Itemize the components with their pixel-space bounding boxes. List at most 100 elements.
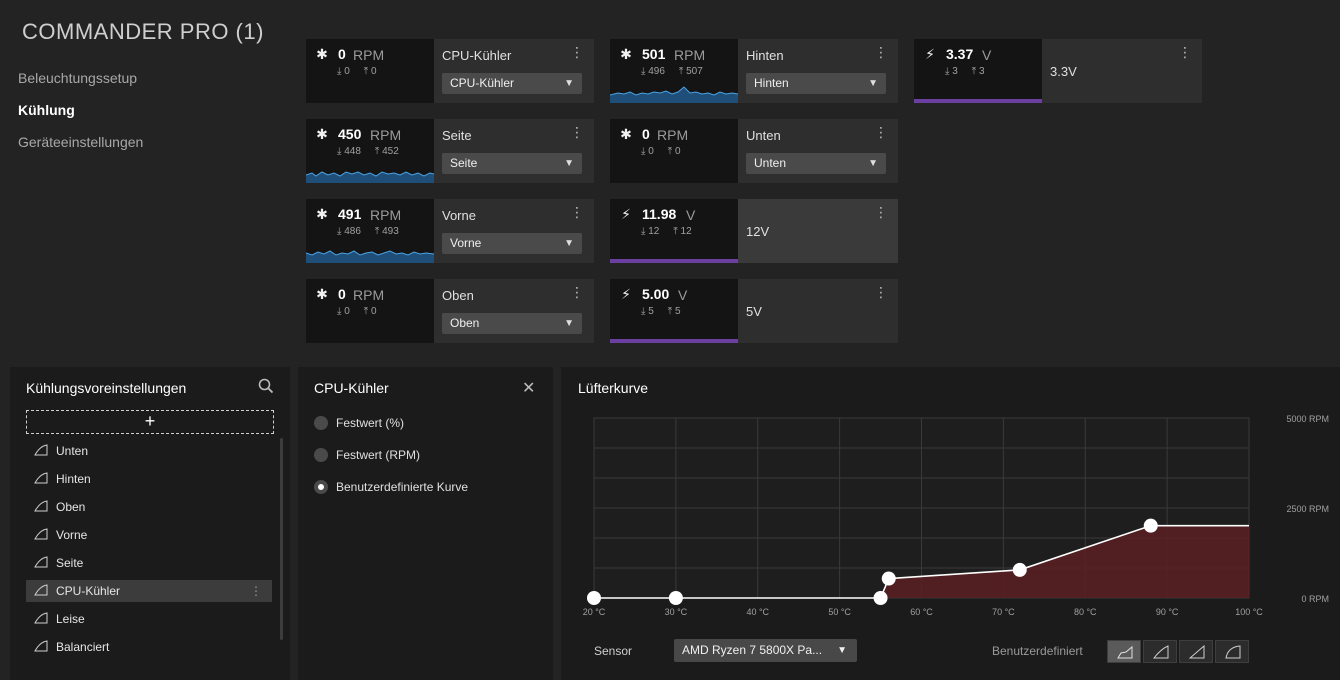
kebab-menu-icon[interactable]: ⋮ <box>874 125 888 139</box>
kebab-menu-icon[interactable]: ⋮ <box>250 580 262 602</box>
mode-panel-title: CPU-Kühler <box>314 380 389 396</box>
fan-tile-bottom[interactable]: ✱ 0 RPM ⤓ 0 ⤒ 0 Unten ⋮ Unten ▼ <box>610 119 898 183</box>
fan-curve-chart[interactable]: 20 °C 30 °C 40 °C 50 °C 60 °C 70 °C 80 °C 90 °C… <box>561 367 1340 627</box>
fan-tile-rear[interactable]: ✱ 501 RPM ⤓ 496 ⤒ 507 Hinten ⋮ Hinten ▼ <box>610 39 898 103</box>
voltage-tile-12v[interactable]: ⚡ 11.98 V ⤓ 12 ⤒ 12 12V ⋮ <box>610 199 898 263</box>
chevron-down-icon: ▼ <box>868 158 878 169</box>
rpm-sparkline <box>306 171 434 183</box>
curve-preset-icon <box>34 556 48 568</box>
curve-quiet-icon <box>1153 645 1169 659</box>
voltage-min-max: ⤓ 12 ⤒ 12 <box>641 226 706 237</box>
kebab-menu-icon[interactable]: ⋮ <box>570 125 584 139</box>
kebab-menu-icon[interactable]: ⋮ <box>874 285 888 299</box>
min-icon: ⤓ 0 <box>337 306 350 317</box>
fan-rpm-unit: RPM <box>370 127 402 143</box>
voltage-readout: ⚡ 11.98 V ⤓ 12 ⤒ 12 <box>610 199 738 263</box>
nav-item-lighting[interactable]: Beleuchtungssetup <box>18 70 137 86</box>
fan-name: Hinten <box>746 48 784 63</box>
curve-point-handle[interactable] <box>587 591 601 605</box>
max-icon: ⤒ 0 <box>667 146 681 157</box>
lightning-icon: ⚡ <box>925 46 935 62</box>
kebab-menu-icon[interactable]: ⋮ <box>874 45 888 59</box>
fan-gear-icon: ✱ <box>316 46 328 62</box>
kebab-menu-icon[interactable]: ⋮ <box>1178 45 1192 59</box>
curve-mode-custom-button[interactable] <box>1107 640 1141 663</box>
fan-readout: ✱ 0 RPM ⤓ 0 ⤒ 0 <box>306 39 434 103</box>
radio-fixed-percent[interactable]: Festwert (%) <box>314 416 404 430</box>
curve-mode-quiet-button[interactable] <box>1143 640 1177 663</box>
curve-point-handle[interactable] <box>1012 562 1027 577</box>
x-tick-label: 100 °C <box>1235 607 1263 617</box>
nav-item-cooling[interactable]: Kühlung <box>18 102 75 118</box>
fan-tile-front[interactable]: ✱ 491 RPM ⤓ 486 ⤒ 493 Vorne ⋮ Vorne ▼ <box>306 199 594 263</box>
curve-mode-linear-button[interactable] <box>1179 640 1213 663</box>
search-icon[interactable] <box>258 378 274 394</box>
max-icon: ⤒ 3 <box>971 66 985 77</box>
kebab-menu-icon[interactable]: ⋮ <box>874 205 888 219</box>
voltage-name: 5V <box>746 304 762 319</box>
fan-min-max: ⤓ 486 ⤒ 493 <box>337 226 413 237</box>
max-icon: ⤒ 5 <box>667 306 681 317</box>
preset-item[interactable]: Balanciert <box>26 636 272 658</box>
min-icon: ⤓ 5 <box>641 306 654 317</box>
fan-tile-side[interactable]: ✱ 450 RPM ⤓ 448 ⤒ 452 Seite ⋮ Seite ▼ <box>306 119 594 183</box>
curve-mode-performance-button[interactable] <box>1215 640 1249 663</box>
voltage-unit: V <box>686 207 696 223</box>
fan-gear-icon: ✱ <box>620 126 632 142</box>
y-tick-label: 0 RPM <box>1301 594 1329 604</box>
fan-gear-icon: ✱ <box>316 286 328 302</box>
y-tick-label: 2500 RPM <box>1286 504 1329 514</box>
fan-preset-select[interactable]: Hinten ▼ <box>746 73 886 94</box>
curve-custom-icon <box>1117 645 1133 659</box>
fan-gear-icon: ✱ <box>316 206 328 222</box>
radio-custom-curve[interactable]: Benutzerdefinierte Kurve <box>314 480 468 494</box>
radio-fixed-rpm[interactable]: Festwert (RPM) <box>314 448 420 462</box>
fan-rpm-unit: RPM <box>674 47 706 63</box>
preset-mode-panel: CPU-Kühler ✕ Festwert (%) Festwert (RPM)… <box>298 367 553 680</box>
presets-scrollbar[interactable] <box>280 438 283 640</box>
preset-item[interactable]: Leise <box>26 608 272 630</box>
preset-item[interactable]: Unten <box>26 440 272 462</box>
fan-rpm-value: 0 <box>338 286 346 302</box>
preset-item[interactable]: Vorne <box>26 524 272 546</box>
curve-point-handle[interactable] <box>873 591 888 605</box>
chevron-down-icon: ▼ <box>564 318 574 329</box>
voltage-name: 12V <box>746 224 770 239</box>
fan-readout: ✱ 501 RPM ⤓ 496 ⤒ 507 <box>610 39 738 103</box>
fan-name: Seite <box>442 128 472 143</box>
fan-name: Vorne <box>442 208 476 223</box>
curve-point-handle[interactable] <box>881 571 896 586</box>
kebab-menu-icon[interactable]: ⋮ <box>570 45 584 59</box>
add-preset-button[interactable]: + <box>26 410 274 434</box>
fan-rpm-unit: RPM <box>353 287 385 303</box>
fan-preset-select[interactable]: Oben ▼ <box>442 313 582 334</box>
preset-item[interactable]: Seite <box>26 552 272 574</box>
voltage-tile-5v[interactable]: ⚡ 5.00 V ⤓ 5 ⤒ 5 5V ⋮ <box>610 279 898 343</box>
voltage-tile-3v3[interactable]: ⚡ 3.37 V ⤓ 3 ⤒ 3 3.3V ⋮ <box>914 39 1202 103</box>
nav-item-device-settings[interactable]: Geräteeinstellungen <box>18 134 143 150</box>
close-icon[interactable]: ✕ <box>522 378 535 398</box>
kebab-menu-icon[interactable]: ⋮ <box>570 205 584 219</box>
fan-preset-select[interactable]: Vorne ▼ <box>442 233 582 254</box>
fan-preset-select[interactable]: Unten ▼ <box>746 153 886 174</box>
kebab-menu-icon[interactable]: ⋮ <box>570 285 584 299</box>
preset-item-selected[interactable]: CPU-Kühler ⋮ <box>26 580 272 602</box>
curve-point-handle[interactable] <box>668 591 683 605</box>
curve-linear-icon <box>1189 645 1205 659</box>
fan-tile-top[interactable]: ✱ 0 RPM ⤓ 0 ⤒ 0 Oben ⋮ Oben ▼ <box>306 279 594 343</box>
sensor-select[interactable]: AMD Ryzen 7 5800X Pa... ▼ <box>674 639 857 662</box>
max-icon: ⤒ 12 <box>673 226 692 237</box>
voltage-bar <box>610 339 738 343</box>
fan-gear-icon: ✱ <box>316 126 328 142</box>
rpm-sparkline <box>610 86 738 103</box>
fan-tile-cpu-cooler[interactable]: ✱ 0 RPM ⤓ 0 ⤒ 0 CPU-Kühler ⋮ CPU-Kühler ▼ <box>306 39 594 103</box>
sensor-label: Sensor <box>594 644 633 658</box>
curve-preset-icon <box>34 528 48 540</box>
voltage-readout: ⚡ 3.37 V ⤓ 3 ⤒ 3 <box>914 39 1042 103</box>
fan-preset-select[interactable]: CPU-Kühler ▼ <box>442 73 582 94</box>
device-title: COMMANDER PRO (1) <box>22 19 264 44</box>
preset-item[interactable]: Hinten <box>26 468 272 490</box>
fan-preset-select[interactable]: Seite ▼ <box>442 153 582 174</box>
preset-item[interactable]: Oben <box>26 496 272 518</box>
curve-point-handle[interactable] <box>1143 518 1158 533</box>
